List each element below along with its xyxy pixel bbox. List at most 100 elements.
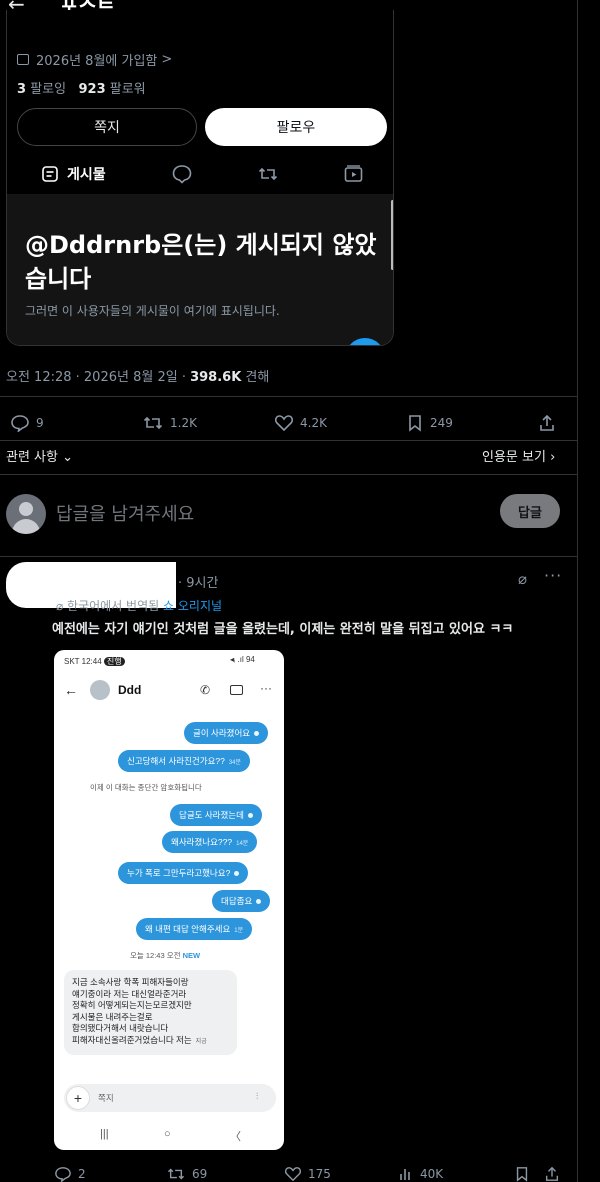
related-link[interactable]: 관련 사항 ⌄ — [6, 446, 73, 465]
attached-image[interactable]: SKT 12:44 진행 ◂ᵢ .ıl 94 ← Ddd ✆ ··· 글이 사라… — [54, 650, 284, 1150]
views-label: 견해 — [241, 370, 270, 385]
bookmark-count: 249 — [430, 416, 453, 430]
divider — [0, 556, 578, 557]
view-quotes-link[interactable]: 인용문 보기 › — [482, 446, 555, 465]
repost-icon — [143, 416, 163, 430]
read-dot — [256, 898, 262, 904]
tab-posts[interactable]: 게시물 — [41, 164, 106, 184]
bookmark-icon — [516, 1167, 528, 1182]
reply-count: 9 — [36, 416, 44, 430]
reply-icon — [11, 415, 29, 432]
message-text: 대답좀요 — [221, 896, 253, 906]
chevron-right-icon: > — [161, 52, 173, 67]
empty-title: @Dddrnrb은(는) 게시되지 않았습니다 — [25, 231, 377, 293]
phone-recents-icon: ||| — [100, 1128, 109, 1140]
following-label[interactable]: 팔로잉 — [30, 82, 66, 97]
avatar-body — [12, 519, 40, 534]
reply-button[interactable]: 답글 — [500, 494, 560, 528]
sent-message: 대답좀요 — [212, 890, 271, 912]
date-separator: 오늘 12:43 오전 NEW — [130, 950, 200, 961]
read-dot — [254, 730, 260, 736]
avatar[interactable] — [6, 494, 46, 534]
new-badge: NEW — [182, 951, 201, 960]
received-line: 지금 소속사랑 학폭 피해자들이랑 — [72, 977, 189, 987]
reply-tweet-repost-action[interactable]: 69 — [166, 1166, 207, 1182]
encryption-notice: 이제 이 대화는 종단간 암호화됩니다 — [90, 783, 202, 792]
share-icon — [545, 1166, 559, 1181]
dm-button[interactable]: 쪽지 — [17, 108, 197, 146]
following-count: 3 — [17, 82, 27, 97]
repost-icon — [167, 1168, 185, 1180]
more-icon[interactable]: ··· — [544, 566, 562, 585]
reply-action[interactable]: 9 — [10, 414, 44, 432]
follow-button[interactable]: 팔로우 — [205, 108, 387, 146]
received-time: 지금 — [195, 1038, 207, 1045]
phone-status-right: ◂ᵢ .ıl 94 — [230, 655, 255, 664]
reply-tweet-bookmark-action[interactable] — [514, 1166, 530, 1182]
repost-count: 69 — [192, 1167, 208, 1181]
grok-icon[interactable]: ⌀ — [518, 570, 527, 588]
video-call-icon — [230, 685, 243, 695]
embedded-profile-card: 2026년 8월에 가입함 > 3 팔로잉 923 팔로워 쪽지 팔로우 게시물 — [6, 10, 394, 346]
message-text: 누가 폭로 그만두라고했나요? — [127, 868, 231, 878]
tab-media-icon[interactable] — [343, 164, 365, 184]
phone-call-icon: ✆ — [200, 683, 211, 697]
joined-date: 2026년 8월에 가입함 > — [17, 50, 172, 69]
joined-text: 2026년 8월에 가입함 — [36, 54, 158, 69]
phone-plus-icon: + — [66, 1086, 90, 1110]
share-icon — [540, 414, 554, 431]
message-text: 왜 내편 대답 안해주세요 — [145, 924, 231, 934]
reply-input[interactable]: 답글을 남겨주세요 — [56, 500, 194, 526]
phone-voice-icon: ⫶ — [256, 1091, 259, 1101]
reply-time: · 9시간 — [178, 576, 219, 591]
heart-icon — [284, 1167, 302, 1182]
tab-replies-icon[interactable] — [171, 164, 193, 184]
phone-more-icon: ··· — [260, 681, 272, 695]
empty-posts-panel: @Dddrnrb은(는) 게시되지 않았습니다 그러면 이 사용자들의 게시물이… — [7, 194, 393, 345]
like-action[interactable]: 4.2K — [274, 414, 327, 432]
reply-tweet-views-action[interactable]: 40K — [398, 1166, 443, 1182]
sent-message: 왜 내편 대답 안해주세요 1분 — [136, 918, 253, 940]
tab-reposts-icon[interactable] — [257, 164, 279, 184]
divider — [0, 474, 578, 475]
repost-action[interactable]: 1.2K — [142, 414, 197, 432]
reply-tweet-like-action[interactable]: 175 — [284, 1166, 331, 1182]
reply-count: 2 — [78, 1167, 86, 1181]
received-line: 합의됐다거해서 내랏습니다 — [72, 1023, 169, 1033]
sent-message: 글이 사라졌어요 — [184, 722, 269, 744]
followers-label[interactable]: 팔로워 — [110, 82, 146, 97]
views-count: 40K — [420, 1167, 444, 1181]
chevron-right-icon: › — [545, 450, 556, 465]
phone-back-nav-icon: 〈 — [230, 1131, 241, 1143]
phone-home-icon: ○ — [164, 1128, 171, 1140]
post-detail-screen: ← 포스트 2026년 8월에 가입함 > 3 팔로잉 923 팔로워 쪽지 팔… — [0, 0, 600, 1182]
heart-icon — [274, 415, 294, 432]
followers-count: 923 — [78, 82, 106, 97]
scrollbar[interactable] — [391, 200, 393, 270]
phone-status-time: SKT 12:44 — [64, 657, 102, 666]
date-text: 오늘 12:43 오전 — [130, 951, 181, 960]
phone-status-badge: 진행 — [103, 657, 125, 666]
phone-back-icon: ← — [64, 682, 78, 698]
translate-icon: ⌀ — [56, 599, 68, 613]
tab-posts-label: 게시물 — [67, 167, 106, 183]
phone-message-input — [64, 1084, 276, 1112]
post-time: 오전 12:28 · 2026년 8월 2일 · — [6, 370, 191, 385]
share-action[interactable] — [538, 414, 556, 432]
quotes-label: 인용문 보기 — [482, 450, 546, 465]
divider — [0, 396, 578, 397]
phone-status-left: SKT 12:44 진행 — [64, 656, 125, 667]
received-line: 정확히 어떻게되는지는모르겠지만 — [72, 1000, 192, 1010]
bookmark-action[interactable]: 249 — [406, 414, 453, 432]
sent-message: 왜사라졌나요??? 14분 — [162, 831, 258, 853]
reply-tweet-share-action[interactable] — [544, 1166, 560, 1182]
reply-tweet-reply-action[interactable]: 2 — [54, 1166, 86, 1182]
reply-icon — [55, 1167, 71, 1182]
message-time: 34분 — [228, 759, 242, 766]
read-dot — [234, 870, 240, 876]
received-line-last: 피해자대신올려준거었습니다 저는 지금 — [72, 1035, 229, 1049]
contact-name: Ddd — [118, 683, 142, 697]
like-count: 4.2K — [300, 416, 327, 430]
show-original-link[interactable]: 쇼 오리지널 — [163, 599, 222, 613]
avatar-head — [19, 502, 33, 516]
